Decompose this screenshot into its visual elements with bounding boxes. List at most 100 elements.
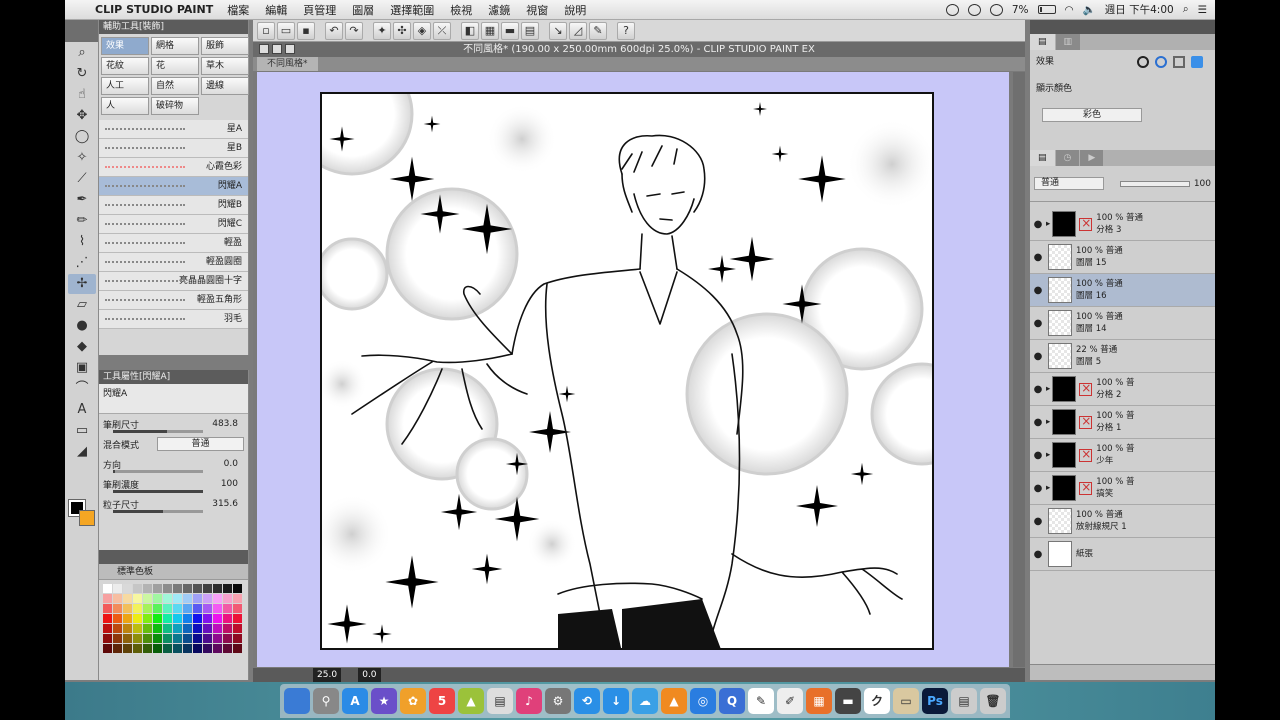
color-set-header[interactable] bbox=[99, 550, 248, 564]
brush-density-row[interactable]: 筆刷濃度 100 bbox=[99, 474, 248, 494]
color-swatch[interactable] bbox=[153, 614, 162, 623]
mask-icon[interactable] bbox=[1079, 381, 1093, 396]
direction-value[interactable]: 0.0 bbox=[204, 459, 244, 469]
color-swatch[interactable] bbox=[123, 634, 132, 643]
layer-row[interactable]: ● 紙張 bbox=[1030, 538, 1215, 571]
color-swatch[interactable] bbox=[163, 614, 172, 623]
undo-icon[interactable]: ↶ bbox=[325, 21, 343, 40]
brush-item[interactable]: 星B bbox=[99, 139, 248, 158]
finder-icon[interactable] bbox=[284, 688, 310, 714]
color-swatch[interactable] bbox=[183, 634, 192, 643]
layer-row[interactable]: ● 22 % 普通 圖層 5 bbox=[1030, 340, 1215, 373]
color-swatch[interactable] bbox=[223, 634, 232, 643]
save-icon[interactable]: ▪ bbox=[297, 21, 315, 40]
brush-density-value[interactable]: 100 bbox=[204, 479, 244, 489]
eye-icon[interactable]: ● bbox=[1030, 516, 1046, 527]
color-swatch[interactable] bbox=[163, 644, 172, 653]
color-swatch[interactable] bbox=[123, 614, 132, 623]
ruler-icon[interactable]: ◿ bbox=[569, 21, 587, 40]
expand-icon[interactable]: ▸ bbox=[1046, 219, 1050, 229]
color-swatch[interactable] bbox=[143, 634, 152, 643]
color-swatch[interactable] bbox=[153, 584, 162, 593]
menu-page[interactable]: 頁管理 bbox=[303, 2, 336, 18]
group-effect[interactable]: 效果 bbox=[101, 37, 149, 55]
color-swatch[interactable] bbox=[203, 584, 212, 593]
deselect-icon[interactable]: ⤫ bbox=[433, 21, 451, 40]
notification-icon[interactable]: ☰ bbox=[1198, 4, 1207, 16]
eye-icon[interactable]: ● bbox=[1030, 252, 1046, 263]
fill-icon[interactable]: ◈ bbox=[413, 21, 431, 40]
expand-icon[interactable]: ▸ bbox=[1046, 417, 1050, 427]
expand-icon[interactable]: ▸ bbox=[1046, 483, 1050, 493]
color-swatch[interactable] bbox=[193, 584, 202, 593]
hand-tool-icon[interactable]: ☝ bbox=[68, 85, 96, 105]
color-swatch[interactable] bbox=[213, 584, 222, 593]
color-swatch[interactable] bbox=[143, 624, 152, 633]
color-swatch[interactable] bbox=[113, 604, 122, 613]
layer-name[interactable]: 放射線規尺 1 bbox=[1076, 521, 1127, 533]
color-swatch[interactable] bbox=[173, 624, 182, 633]
group-border[interactable]: 邊線 bbox=[201, 77, 249, 95]
clock[interactable]: 週日 下午4:00 bbox=[1105, 2, 1174, 17]
volume-icon[interactable]: 🔈 bbox=[1083, 3, 1096, 16]
close-icon[interactable] bbox=[259, 44, 269, 54]
color-swatches[interactable] bbox=[68, 499, 95, 528]
text-tool-icon[interactable]: A bbox=[68, 400, 96, 420]
particle-size-slider[interactable] bbox=[113, 510, 203, 513]
color-swatch[interactable] bbox=[233, 604, 242, 613]
fill-tool-icon[interactable]: ◆ bbox=[68, 337, 96, 357]
layer-name[interactable]: 圖層 15 bbox=[1076, 257, 1123, 269]
color-swatch[interactable] bbox=[133, 614, 142, 623]
script-editor-icon[interactable]: ✐ bbox=[777, 688, 803, 714]
color-swatch[interactable] bbox=[123, 644, 132, 653]
layer-name[interactable]: 圖層 5 bbox=[1076, 356, 1117, 368]
effect-tone-icon[interactable] bbox=[1155, 56, 1167, 68]
layer-name[interactable]: 分格 3 bbox=[1096, 224, 1143, 236]
color-swatch[interactable] bbox=[183, 584, 192, 593]
display-color-dropdown[interactable]: 彩色 bbox=[1042, 108, 1142, 122]
gradient-tool-icon[interactable]: ▣ bbox=[68, 358, 96, 378]
color-swatch[interactable] bbox=[133, 604, 142, 613]
spotlight-icon[interactable]: ⌕ bbox=[1183, 3, 1189, 16]
tool-property-header[interactable]: 工具屬性[閃耀A] bbox=[99, 370, 248, 384]
eye-icon[interactable]: ● bbox=[1030, 417, 1046, 428]
clear-icon[interactable]: ✦ bbox=[373, 21, 391, 40]
color-swatch[interactable] bbox=[103, 614, 112, 623]
color-swatch[interactable] bbox=[133, 584, 142, 593]
color-swatch[interactable] bbox=[173, 614, 182, 623]
downloads-stack-icon[interactable]: ▤ bbox=[951, 688, 977, 714]
direction-row[interactable]: 方向 0.0 bbox=[99, 454, 248, 474]
color-swatch[interactable] bbox=[203, 594, 212, 603]
preview-icon[interactable]: ▤ bbox=[487, 688, 513, 714]
layer-name[interactable]: 分格 1 bbox=[1096, 422, 1134, 434]
layer-name[interactable]: 少年 bbox=[1096, 455, 1134, 467]
cloud-app-icon[interactable]: ☁ bbox=[632, 688, 658, 714]
color-swatch[interactable] bbox=[213, 624, 222, 633]
brush-item[interactable]: 閃耀B bbox=[99, 196, 248, 215]
layer-row[interactable]: ●▸ 100 % 普分格 1 bbox=[1030, 406, 1215, 439]
snap-grid-icon[interactable]: ▤ bbox=[521, 21, 539, 40]
record-icon[interactable] bbox=[945, 3, 959, 16]
color-set-name[interactable]: 標準色板 bbox=[117, 567, 153, 577]
launchpad-icon[interactable]: ⚲ bbox=[313, 688, 339, 714]
textedit-icon[interactable]: ✎ bbox=[748, 688, 774, 714]
color-swatch[interactable] bbox=[193, 634, 202, 643]
eye-icon[interactable]: ● bbox=[1030, 450, 1046, 461]
wifi-icon[interactable]: ◠ bbox=[1065, 4, 1074, 16]
artwork-page[interactable] bbox=[320, 92, 934, 650]
color-swatch[interactable] bbox=[113, 634, 122, 643]
brush-size-slider[interactable] bbox=[113, 430, 203, 433]
menu-help[interactable]: 說明 bbox=[564, 2, 586, 18]
color-swatch[interactable] bbox=[143, 614, 152, 623]
invert-selection-icon[interactable]: ◧ bbox=[461, 21, 479, 40]
right-panel-header[interactable] bbox=[1030, 20, 1215, 34]
color-swatch[interactable] bbox=[203, 644, 212, 653]
color-swatch[interactable] bbox=[223, 614, 232, 623]
new-file-icon[interactable]: ▫ bbox=[257, 21, 275, 40]
brush-item[interactable]: 輕盈圓圈 bbox=[99, 253, 248, 272]
color-swatch[interactable] bbox=[183, 604, 192, 613]
color-swatch[interactable] bbox=[143, 594, 152, 603]
color-swatch[interactable] bbox=[203, 614, 212, 623]
transform-icon[interactable]: ✣ bbox=[393, 21, 411, 40]
color-swatch[interactable] bbox=[153, 644, 162, 653]
